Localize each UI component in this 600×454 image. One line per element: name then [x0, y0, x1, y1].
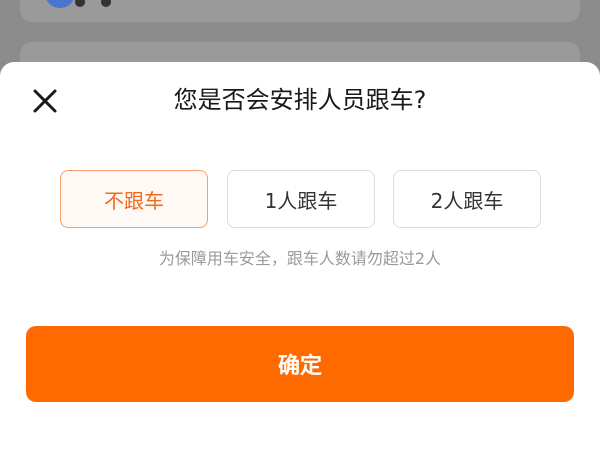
safety-hint: 为保障用车安全，跟车人数请勿超过2人 [158, 249, 442, 268]
escort-options: 不跟车 1人跟车 2人跟车 [60, 170, 542, 228]
bottom-sheet: 您是否会安排人员跟车? 不跟车 1人跟车 2人跟车 为保障用车安全，跟车人数请勿… [0, 62, 600, 454]
truck-icon [46, 0, 111, 8]
option-no-escort[interactable]: 不跟车 [60, 170, 208, 228]
option-two-escort[interactable]: 2人跟车 [393, 170, 541, 228]
dialog-title: 您是否会安排人员跟车? [173, 86, 427, 114]
option-one-escort[interactable]: 1人跟车 [227, 170, 375, 228]
confirm-button[interactable]: 确定 [26, 326, 574, 402]
